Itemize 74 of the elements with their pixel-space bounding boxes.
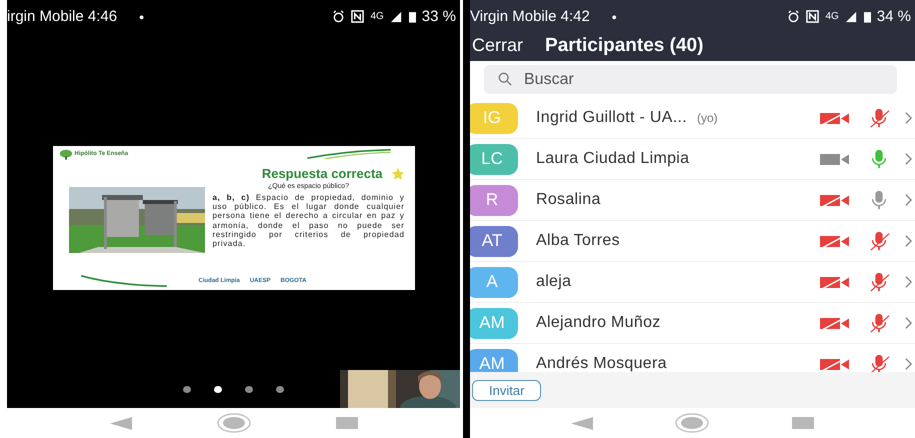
video-camera-icon[interactable] [818,152,852,166]
participant-row[interactable]: LC Laura Ciudad Limpia [470,139,915,180]
network-type: 4G [370,11,384,22]
video-camera-icon[interactable] [818,111,852,125]
notification-dot: • [612,8,617,24]
tree-icon [58,148,72,160]
recents-icon[interactable] [792,417,814,429]
carrier-time: irgin Mobile 4:46 [7,8,118,25]
carrier-time: Virgin Mobile 4:42 [470,8,590,25]
participant-name: Alba Torres [536,232,620,250]
signal-icon [844,10,858,23]
screen-title: Participantes (40) [545,34,704,56]
microphone-icon[interactable] [868,230,890,252]
microphone-icon[interactable] [868,107,890,129]
slide-answer: a, b, c) Espacio de propiedad, dominio y uso público. Es el lugar donde cualquier persona tiene el derecho a circular en paz y armonía, donde el paso no puede ser restringido por criterios de propiedad privada. [212,193,404,248]
video-camera-icon[interactable] [818,357,852,371]
recents-icon[interactable] [336,417,358,429]
chevron-icon[interactable] [904,357,913,371]
chevron-icon[interactable] [904,152,913,166]
star-icon [390,166,404,180]
alarm-icon [787,10,800,23]
participant-name: aleja [536,273,572,291]
avatar: AT [470,226,518,256]
self-tag: (yo) [696,111,718,125]
microphone-icon[interactable] [868,312,890,334]
invite-button[interactable]: Invitar [472,380,542,400]
search-field[interactable]: Buscar [484,65,897,94]
home-icon[interactable] [675,413,710,433]
slide-title: Respuesta correcta [262,166,382,181]
avatar: R [470,184,518,216]
avatar: AM [470,348,518,372]
participant-name: Rosalina [536,191,601,209]
chevron-icon[interactable] [904,275,913,289]
nfc-icon [351,10,364,23]
avatar: AM [470,308,518,338]
search-icon [498,72,512,86]
page-dot[interactable] [276,386,284,392]
video-camera-icon[interactable] [818,234,852,248]
participant-row[interactable]: IG Ingrid Guillott - UA... (yo) [470,98,915,139]
participant-name: Ingrid Guillott - UA... [536,109,687,127]
back-icon[interactable] [571,416,594,430]
video-camera-icon[interactable] [818,316,852,330]
participant-row[interactable]: AM Alejandro Muñoz [470,303,915,344]
back-icon[interactable] [110,416,132,430]
participant-name: Andrés Mosquera [536,355,667,372]
battery-percent: 34 % [876,8,911,25]
battery-icon [864,10,871,23]
signal-icon [390,10,403,23]
home-icon[interactable] [216,413,250,433]
avatar: LC [470,144,518,174]
battery-icon [408,10,416,23]
microphone-icon[interactable] [868,271,890,293]
network-type: 4G [825,11,839,22]
page-dot[interactable] [245,386,253,392]
participant-row[interactable]: AT Alba Torres [470,221,915,262]
page-dot[interactable] [183,386,191,392]
chevron-icon[interactable] [904,111,913,125]
participant-row[interactable]: A aleja [470,262,915,303]
alarm-icon [332,10,346,23]
close-button[interactable]: Cerrar [470,35,526,56]
video-camera-icon[interactable] [818,193,852,207]
avatar: A [470,266,518,298]
chevron-icon[interactable] [904,316,913,330]
participant-name: Alejandro Muñoz [536,314,661,332]
battery-percent: 33 % [422,8,456,25]
video-camera-icon[interactable] [818,275,852,289]
participant-name: Laura Ciudad Limpia [536,150,690,168]
chevron-icon[interactable] [904,193,913,207]
chevron-icon[interactable] [904,234,913,248]
avatar: IG [470,102,518,134]
notification-dot: • [139,8,144,24]
participant-row[interactable]: R Rosalina [470,180,915,221]
nfc-icon [806,10,820,23]
page-dot[interactable] [214,386,222,392]
